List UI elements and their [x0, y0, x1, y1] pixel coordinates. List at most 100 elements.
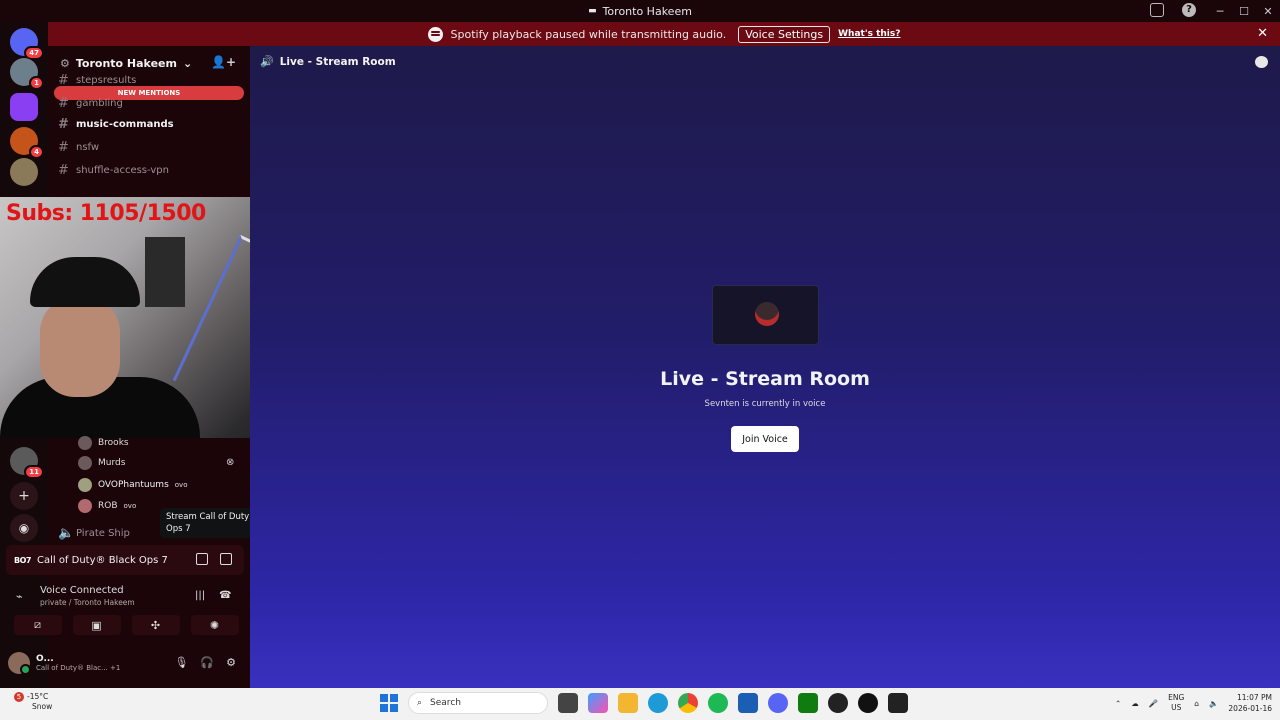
- share-screen-button[interactable]: ▣: [72, 615, 121, 635]
- system-tray: ⌃ ☁ 🎤 ENG US ⌂ 🔈 11:07 PM 2026-01-16: [1115, 692, 1272, 714]
- hash-icon: #: [58, 163, 69, 178]
- start-button[interactable]: [380, 694, 398, 712]
- close-window-button[interactable]: ✕: [1256, 5, 1280, 18]
- user-status: Call of Duty® Blac... +1: [36, 664, 121, 672]
- invite-friends-icon[interactable]: [196, 553, 208, 565]
- activities-button[interactable]: ✣: [131, 615, 180, 635]
- xbox-icon[interactable]: [798, 693, 818, 713]
- discord-icon[interactable]: [768, 693, 788, 713]
- voice-connected-status[interactable]: Voice Connected private / Toronto Hakeem: [40, 585, 135, 607]
- game-logo-icon: BO7: [14, 555, 31, 565]
- search-icon: ⌕: [417, 698, 423, 708]
- help-icon[interactable]: ?: [1182, 3, 1196, 17]
- server-icon[interactable]: [10, 158, 38, 186]
- headphones-icon[interactable]: 🎧: [200, 656, 214, 669]
- voice-action-buttons: ⧄ ▣ ✣ ✺: [8, 615, 244, 635]
- room-subtitle: Sevnten is currently in voice: [704, 399, 826, 409]
- minimize-button[interactable]: ─: [1208, 5, 1232, 18]
- channel-item[interactable]: # music-commands: [58, 117, 174, 132]
- inbox-icon[interactable]: [1150, 3, 1164, 17]
- chevron-up-icon[interactable]: ⌃: [1115, 699, 1121, 708]
- spotify-notice-bar: Spotify playback paused while transmitti…: [48, 22, 1280, 46]
- avatar[interactable]: [8, 652, 31, 675]
- avatar: [755, 302, 779, 326]
- taskbar: 5 -15°C Snow ⌕ Search ⌃ ☁ 🎤 ENG US ⌂ 🔈 11…: [0, 688, 1280, 720]
- obs-icon[interactable]: [828, 693, 848, 713]
- server-settings-icon: ⚙: [60, 56, 70, 70]
- weather-alert-badge: 5: [14, 692, 24, 702]
- noise-suppression-icon[interactable]: |||: [195, 590, 205, 601]
- invite-people-icon[interactable]: 👤+: [211, 55, 236, 69]
- microphone-icon[interactable]: 🎤: [1149, 699, 1158, 708]
- voice-member[interactable]: OVOPhantuums ovo: [78, 478, 187, 492]
- channel-item[interactable]: # shuffle-access-vpn: [58, 163, 169, 178]
- connection-signal-icon: ⌁: [16, 590, 23, 603]
- camera-off-button[interactable]: ⧄: [13, 615, 62, 635]
- add-server-icon[interactable]: +: [10, 482, 38, 510]
- channel-item[interactable]: # nsfw: [58, 140, 99, 155]
- copilot-icon[interactable]: [588, 693, 608, 713]
- chevron-down-icon: ⌄: [182, 56, 193, 70]
- voice-member[interactable]: ROB ovo: [78, 499, 136, 513]
- discover-icon[interactable]: ◉: [10, 514, 38, 542]
- edge-icon[interactable]: [648, 693, 668, 713]
- server-icon[interactable]: 4: [10, 127, 44, 159]
- file-explorer-icon[interactable]: [618, 693, 638, 713]
- app-icon[interactable]: [738, 693, 758, 713]
- voice-member[interactable]: Murds: [78, 456, 125, 470]
- language-indicator[interactable]: ENG US: [1168, 693, 1184, 713]
- disconnect-icon[interactable]: ☎: [219, 590, 231, 601]
- spotify-taskbar-icon[interactable]: [708, 693, 728, 713]
- microphone-icon[interactable]: 🎙: [174, 656, 188, 669]
- avatar: [78, 456, 92, 470]
- xbox-icon: ⊗: [226, 457, 235, 468]
- voice-settings-button[interactable]: Voice Settings: [738, 25, 831, 43]
- room-title: Live - Stream Room: [660, 368, 870, 390]
- weather-widget[interactable]: 5 -15°C Snow: [14, 692, 52, 712]
- username: O...: [36, 654, 54, 664]
- hash-icon: #: [58, 140, 69, 155]
- volume-icon[interactable]: 🔈: [1209, 699, 1218, 708]
- voice-stage: 🔊 Live - Stream Room Live - Stream Room …: [250, 46, 1280, 688]
- call-of-duty-icon[interactable]: [888, 693, 908, 713]
- avatar: [78, 478, 92, 492]
- stream-game-icon[interactable]: [220, 553, 232, 565]
- hash-icon: #: [58, 96, 69, 111]
- join-voice-button[interactable]: Join Voice: [731, 426, 799, 452]
- search-input[interactable]: ⌕ Search: [408, 692, 548, 714]
- close-notice-icon[interactable]: ✕: [1257, 26, 1268, 41]
- wifi-icon[interactable]: ⌂: [1194, 699, 1199, 708]
- gear-icon[interactable]: ⚙: [226, 656, 236, 669]
- speaker-icon: 🔊: [260, 55, 274, 68]
- maximize-button[interactable]: ☐: [1232, 5, 1256, 18]
- task-view-icon[interactable]: [558, 693, 578, 713]
- title-bar: ▬ Toronto Hakeem ? ─ ☐ ✕: [0, 0, 1280, 22]
- channel-item[interactable]: # gambling: [58, 96, 123, 111]
- discord-logo-icon: ▬: [588, 6, 597, 16]
- clock[interactable]: 11:07 PM 2026-01-16: [1228, 692, 1272, 714]
- avatar: [78, 436, 92, 450]
- user-panel: O... Call of Duty® Blac... +1 🎙 🎧 ⚙: [8, 648, 244, 678]
- server-icon[interactable]: 11: [10, 447, 44, 479]
- voice-member[interactable]: Brooks: [78, 436, 129, 450]
- speaker-icon: 🔈: [58, 526, 75, 541]
- avatar: [78, 499, 92, 513]
- game-name: Call of Duty® Black Ops 7: [36, 554, 168, 566]
- channel-header: 🔊 Live - Stream Room: [260, 55, 396, 68]
- server-icon[interactable]: 1: [10, 58, 44, 90]
- clan-tag: ovo: [123, 502, 137, 510]
- chat-icon[interactable]: [1255, 56, 1268, 68]
- soundboard-button[interactable]: ✺: [190, 615, 239, 635]
- chrome-icon[interactable]: [678, 693, 698, 713]
- app-icon[interactable]: [858, 693, 878, 713]
- hash-icon: #: [58, 117, 69, 132]
- stream-preview-card: [712, 285, 819, 345]
- voice-channel-item[interactable]: 🔈 Pirate Ship: [58, 526, 130, 541]
- notice-text: Spotify playback paused while transmitti…: [450, 27, 727, 41]
- network-icon[interactable]: ☁: [1131, 699, 1139, 708]
- subs-counter: Subs: 1105/1500: [6, 201, 206, 226]
- server-icon[interactable]: [10, 93, 38, 121]
- game-activity-panel: BO7 Call of Duty® Black Ops 7: [6, 545, 244, 575]
- direct-messages-icon[interactable]: 47: [10, 28, 44, 60]
- whats-this-link[interactable]: What's this?: [838, 29, 900, 39]
